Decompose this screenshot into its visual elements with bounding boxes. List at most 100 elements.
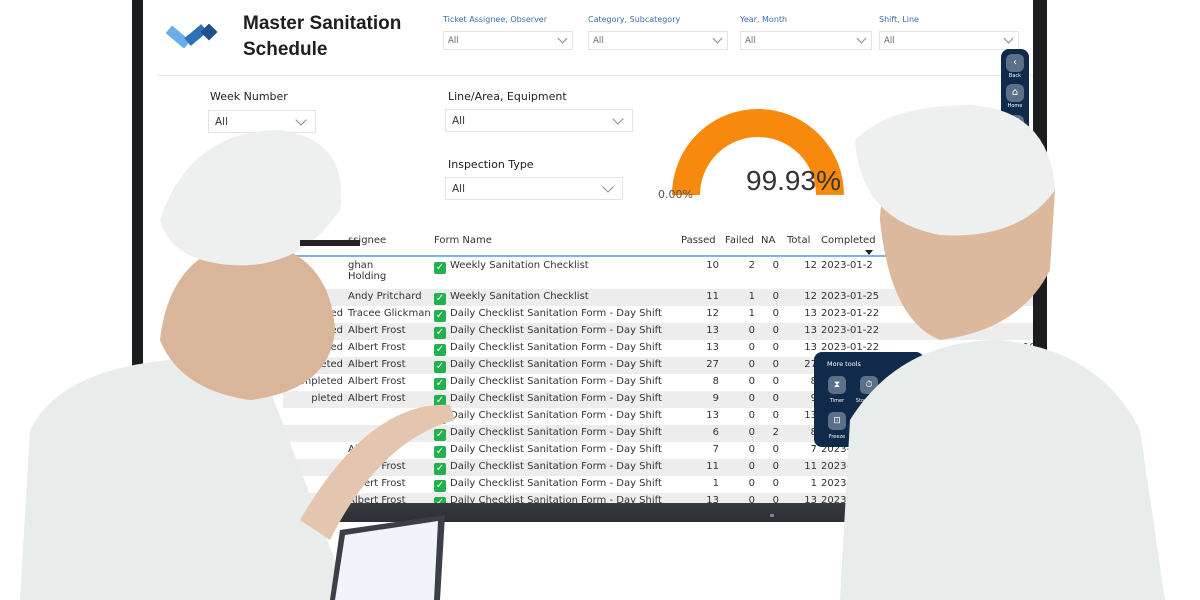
cell-failed: 0 [748, 427, 755, 438]
cell-passed: 1 [712, 478, 719, 489]
chevron-down-icon [602, 181, 614, 193]
cell-na: 0 [772, 260, 779, 271]
cell-passed: 13 [706, 495, 719, 503]
filter-value: All [448, 36, 459, 46]
cell-failed: 1 [748, 308, 755, 319]
form-name-text: Daily Checklist Sanitation Form - Day Sh… [450, 325, 662, 336]
chevron-down-icon [557, 33, 568, 44]
cell-failed: 0 [748, 461, 755, 472]
back-button[interactable]: ‹ [1006, 54, 1024, 72]
cell-passed: 13 [706, 325, 719, 336]
filter-dropdown[interactable]: All [879, 31, 1019, 50]
chevron-left-icon: ‹ [1013, 57, 1017, 68]
line-area-label: Line/Area, Equipment [448, 90, 567, 103]
photo-stage: Master Sanitation Schedule Ticket Assign… [0, 0, 1200, 600]
home-icon: ⌂ [1011, 87, 1019, 98]
cell-total: 13 [804, 308, 817, 319]
cell-total: 13 [804, 342, 817, 353]
cell-na: 0 [772, 325, 779, 336]
worker-left-image [20, 130, 455, 600]
cell-total: 13 [804, 410, 817, 421]
cell-total: 8 [785, 376, 817, 387]
gauge-min-label: 0.00% [658, 188, 693, 201]
cell-passed: 9 [712, 393, 719, 404]
cell-failed: 0 [748, 359, 755, 370]
filter-label: Year, Month [740, 15, 788, 24]
cell-failed: 0 [748, 495, 755, 503]
column-header-na[interactable]: NA [761, 235, 775, 246]
cell-total: 12 [804, 260, 817, 271]
filter-value: All [745, 36, 756, 46]
filter-year-month[interactable]: Year, Month All [740, 15, 872, 50]
line-area-dropdown[interactable]: All [445, 109, 633, 132]
cell-form-name: ✓Daily Checklist Sanitation Form - Day S… [434, 359, 662, 373]
cell-total: 13 [804, 325, 817, 336]
chevron-down-icon [612, 113, 624, 125]
cell-failed: 0 [748, 325, 755, 336]
cell-passed: 10 [706, 260, 719, 271]
title-line-2: Schedule [243, 39, 328, 60]
filter-shift-line[interactable]: Shift, Line All [879, 15, 1019, 50]
filter-assignee-observer[interactable]: Ticket Assignee, Observer All [443, 15, 573, 50]
form-name-text: Daily Checklist Sanitation Form - Day Sh… [450, 393, 662, 404]
cell-failed: 0 [748, 342, 755, 353]
cell-form-name: ✓Daily Checklist Sanitation Form - Day S… [434, 444, 662, 458]
cell-na: 0 [772, 308, 779, 319]
cell-failed: 0 [748, 410, 755, 421]
cell-total: 11 [804, 461, 817, 472]
filter-dropdown[interactable]: All [588, 31, 728, 50]
cell-total: 9 [785, 393, 817, 404]
cell-form-name: ✓Daily Checklist Sanitation Form - Day S… [434, 427, 662, 441]
cell-failed: 0 [748, 444, 755, 455]
cell-na: 0 [772, 342, 779, 353]
column-header-passed[interactable]: Passed [681, 235, 716, 246]
form-name-text: Daily Checklist Sanitation Form - Day Sh… [450, 376, 662, 387]
cell-na: 0 [772, 495, 779, 503]
cell-form-name: ✓Daily Checklist Sanitation Form - Day S… [434, 393, 662, 407]
cell-form-name: ✓Daily Checklist Sanitation Form - Day S… [434, 376, 662, 390]
cell-total: 8 [785, 427, 817, 438]
cell-failed: 0 [748, 478, 755, 489]
worker-right-image [840, 105, 1165, 600]
filter-dropdown[interactable]: All [740, 31, 872, 50]
cell-na: 0 [772, 444, 779, 455]
cell-passed: 11 [706, 461, 719, 472]
filter-category-subcategory[interactable]: Category, Subcategory All [588, 15, 728, 50]
cell-na: 2 [772, 427, 779, 438]
cell-na: 0 [772, 359, 779, 370]
cell-na: 0 [772, 291, 779, 302]
header-divider [157, 75, 1033, 76]
cell-passed: 11 [706, 291, 719, 302]
brand-logo-icon [165, 24, 218, 49]
inspection-type-label: Inspection Type [448, 158, 534, 171]
cell-passed: 8 [712, 376, 719, 387]
cell-form-name: ✓Daily Checklist Sanitation Form - Day S… [434, 342, 662, 356]
cell-total: 7 [810, 444, 817, 455]
filter-value: All [884, 36, 895, 46]
cell-na: 0 [772, 478, 779, 489]
title-line-1: Master Sanitation [243, 13, 402, 34]
cell-failed: 0 [748, 376, 755, 387]
filter-label: Shift, Line [879, 15, 919, 24]
column-header-total[interactable]: Total [787, 235, 810, 246]
column-header-failed[interactable]: Failed [725, 235, 754, 246]
cell-total: 12 [804, 291, 817, 302]
filter-dropdown[interactable]: All [443, 31, 573, 50]
filter-value: All [593, 36, 604, 46]
form-name-text: Daily Checklist Sanitation Form - Day Sh… [450, 410, 662, 421]
cell-na: 0 [772, 376, 779, 387]
inspection-type-dropdown[interactable]: All [445, 177, 623, 200]
monitor-led [770, 514, 774, 517]
cell-passed: 6 [712, 427, 719, 438]
form-name-text: Weekly Sanitation Checklist [450, 260, 589, 271]
form-name-text: Daily Checklist Sanitation Form - Day Sh… [450, 359, 662, 370]
cell-form-name: ✓Daily Checklist Sanitation Form - Day S… [434, 478, 662, 492]
cell-passed: 13 [706, 410, 719, 421]
cell-failed: 0 [748, 393, 755, 404]
cell-total: 1 [810, 478, 817, 489]
cell-passed: 27 [706, 359, 719, 370]
cell-passed: 12 [706, 308, 719, 319]
filter-label: Category, Subcategory [588, 15, 681, 24]
cell-form-name: ✓Daily Checklist Sanitation Form - Day S… [434, 325, 662, 339]
cell-form-name: ✓Daily Checklist Sanitation Form - Day S… [434, 308, 662, 322]
